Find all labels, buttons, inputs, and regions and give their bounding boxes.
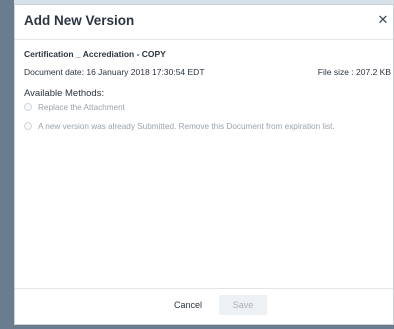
dialog-footer: Cancel Save bbox=[15, 288, 393, 324]
add-new-version-dialog: Add New Version ✕ Certification _ Accred… bbox=[14, 4, 394, 325]
document-name: Certification _ Accrediation - COPY bbox=[24, 49, 166, 59]
close-icon[interactable]: ✕ bbox=[377, 13, 389, 26]
dialog-header: Add New Version ✕ bbox=[15, 5, 393, 40]
backdrop-left bbox=[0, 0, 14, 329]
cancel-button[interactable]: Cancel bbox=[162, 295, 214, 315]
radio-button[interactable] bbox=[24, 122, 32, 130]
document-date: Document date: 16 January 2018 17:30:54 … bbox=[24, 67, 205, 77]
dialog-title: Add New Version bbox=[24, 13, 135, 28]
method-option-replace-attachment[interactable]: Replace the Attachment bbox=[24, 101, 125, 113]
radio-label: A new version was already Submitted. Rem… bbox=[38, 121, 335, 131]
file-size: File size : 207.2 KB bbox=[317, 67, 391, 77]
backdrop-bottom bbox=[0, 325, 394, 329]
radio-button[interactable] bbox=[24, 103, 32, 111]
viewport: Add New Version ✕ Certification _ Accred… bbox=[0, 0, 394, 329]
available-methods-label: Available Methods: bbox=[24, 88, 105, 99]
method-option-remove-from-expiration[interactable]: A new version was already Submitted. Rem… bbox=[24, 120, 335, 132]
save-button[interactable]: Save bbox=[219, 295, 267, 315]
radio-label: Replace the Attachment bbox=[38, 102, 125, 112]
